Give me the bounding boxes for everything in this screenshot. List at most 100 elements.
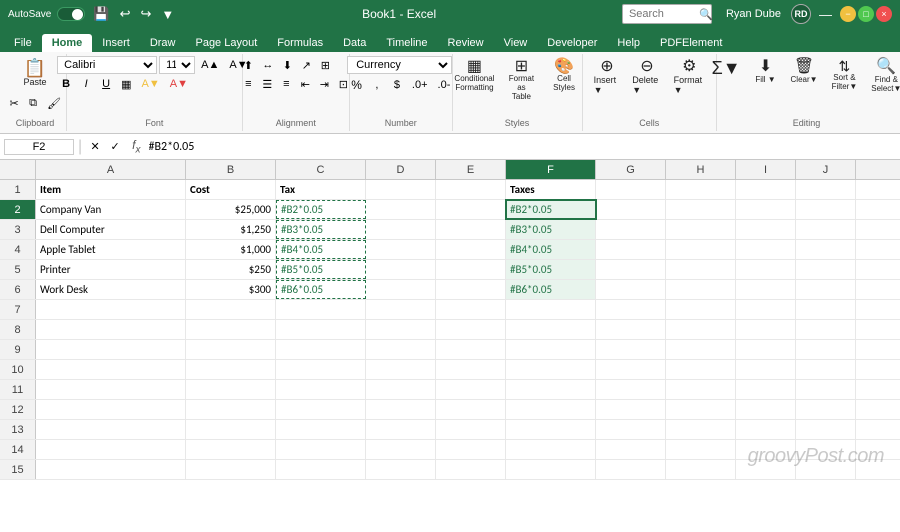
- cell-d14[interactable]: [366, 440, 436, 459]
- bold-button[interactable]: B: [57, 75, 75, 93]
- tab-review[interactable]: Review: [438, 34, 494, 52]
- cell-reference-box[interactable]: [4, 139, 74, 155]
- cell-e4[interactable]: [436, 240, 506, 259]
- cell-f9[interactable]: [506, 340, 596, 359]
- cell-e15[interactable]: [436, 460, 506, 479]
- cell-j8[interactable]: [796, 320, 856, 339]
- cell-d12[interactable]: [366, 400, 436, 419]
- cell-a7[interactable]: [36, 300, 186, 319]
- redo-icon[interactable]: ↪: [138, 6, 153, 22]
- cell-d4[interactable]: [366, 240, 436, 259]
- cell-h9[interactable]: [666, 340, 736, 359]
- cell-g4[interactable]: [596, 240, 666, 259]
- cell-i6[interactable]: [736, 280, 796, 299]
- cell-f15[interactable]: [506, 460, 596, 479]
- col-header-h[interactable]: H: [666, 160, 736, 179]
- cell-a14[interactable]: [36, 440, 186, 459]
- cell-h1[interactable]: [666, 180, 736, 199]
- increase-decimal-button[interactable]: .0+: [408, 76, 432, 94]
- cell-d11[interactable]: [366, 380, 436, 399]
- cell-g10[interactable]: [596, 360, 666, 379]
- cell-a9[interactable]: [36, 340, 186, 359]
- border-button[interactable]: ▦: [117, 75, 135, 93]
- cell-e9[interactable]: [436, 340, 506, 359]
- col-header-c[interactable]: C: [276, 160, 366, 179]
- ribbon-toggle-icon[interactable]: —: [817, 7, 834, 22]
- cell-h7[interactable]: [666, 300, 736, 319]
- cut-button[interactable]: ✂: [5, 94, 23, 112]
- cell-d6[interactable]: [366, 280, 436, 299]
- align-right-button[interactable]: ≡: [277, 75, 295, 93]
- cell-j6[interactable]: [796, 280, 856, 299]
- cell-f10[interactable]: [506, 360, 596, 379]
- cell-b14[interactable]: [186, 440, 276, 459]
- cell-g15[interactable]: [596, 460, 666, 479]
- cell-c2[interactable]: #B2*0.05: [276, 200, 366, 219]
- percent-button[interactable]: %: [347, 76, 366, 94]
- copy-button[interactable]: ⧉: [24, 94, 42, 112]
- italic-button[interactable]: I: [77, 75, 95, 93]
- cell-f5[interactable]: #B5*0.05: [506, 260, 596, 279]
- cell-b4[interactable]: $1,000: [186, 240, 276, 259]
- cell-g3[interactable]: [596, 220, 666, 239]
- cell-e8[interactable]: [436, 320, 506, 339]
- formula-input[interactable]: [149, 140, 897, 154]
- comma-button[interactable]: ,: [368, 76, 386, 94]
- tab-developer[interactable]: Developer: [537, 34, 607, 52]
- cell-j5[interactable]: [796, 260, 856, 279]
- cell-i14[interactable]: [736, 440, 796, 459]
- tab-data[interactable]: Data: [333, 34, 376, 52]
- cell-g12[interactable]: [596, 400, 666, 419]
- cell-i9[interactable]: [736, 340, 796, 359]
- cell-e14[interactable]: [436, 440, 506, 459]
- cell-e3[interactable]: [436, 220, 506, 239]
- cell-i3[interactable]: [736, 220, 796, 239]
- tab-home[interactable]: Home: [42, 34, 93, 52]
- cell-b12[interactable]: [186, 400, 276, 419]
- cell-d10[interactable]: [366, 360, 436, 379]
- cell-j13[interactable]: [796, 420, 856, 439]
- fill-button[interactable]: ⬇ Fill ▼: [750, 56, 782, 87]
- cell-h14[interactable]: [666, 440, 736, 459]
- cell-a1[interactable]: Item: [36, 180, 186, 199]
- cell-d1[interactable]: [366, 180, 436, 199]
- cell-e7[interactable]: [436, 300, 506, 319]
- cell-b7[interactable]: [186, 300, 276, 319]
- format-button[interactable]: ⚙ Format ▼: [669, 56, 710, 98]
- cell-g1[interactable]: [596, 180, 666, 199]
- cell-b2[interactable]: $25,000: [186, 200, 276, 219]
- cell-e11[interactable]: [436, 380, 506, 399]
- font-color-button[interactable]: A▼: [166, 75, 192, 93]
- cell-c12[interactable]: [276, 400, 366, 419]
- tab-formulas[interactable]: Formulas: [267, 34, 333, 52]
- col-header-e[interactable]: E: [436, 160, 506, 179]
- undo-icon[interactable]: ↩: [118, 6, 133, 22]
- search-input[interactable]: [629, 8, 699, 20]
- cell-a15[interactable]: [36, 460, 186, 479]
- col-header-d[interactable]: D: [366, 160, 436, 179]
- cell-d3[interactable]: [366, 220, 436, 239]
- cell-h10[interactable]: [666, 360, 736, 379]
- tab-timeline[interactable]: Timeline: [376, 34, 437, 52]
- format-table-button[interactable]: ⊞ Format asTable: [501, 56, 542, 104]
- cell-f3[interactable]: #B3*0.05: [506, 220, 596, 239]
- delete-button[interactable]: ⊖ Delete ▼: [627, 56, 666, 98]
- cell-i10[interactable]: [736, 360, 796, 379]
- cell-b11[interactable]: [186, 380, 276, 399]
- cell-d5[interactable]: [366, 260, 436, 279]
- cell-g14[interactable]: [596, 440, 666, 459]
- cell-a11[interactable]: [36, 380, 186, 399]
- cell-d9[interactable]: [366, 340, 436, 359]
- search-box[interactable]: 🔍: [622, 4, 712, 24]
- align-top-button[interactable]: ⬆: [239, 56, 257, 74]
- cell-i5[interactable]: [736, 260, 796, 279]
- cell-e12[interactable]: [436, 400, 506, 419]
- col-header-j[interactable]: J: [796, 160, 856, 179]
- cell-b8[interactable]: [186, 320, 276, 339]
- cell-f2[interactable]: #B2*0.05: [506, 200, 596, 219]
- cell-a8[interactable]: [36, 320, 186, 339]
- increase-indent-button[interactable]: ⇥: [315, 75, 333, 93]
- cell-f8[interactable]: [506, 320, 596, 339]
- cell-d15[interactable]: [366, 460, 436, 479]
- cell-j1[interactable]: [796, 180, 856, 199]
